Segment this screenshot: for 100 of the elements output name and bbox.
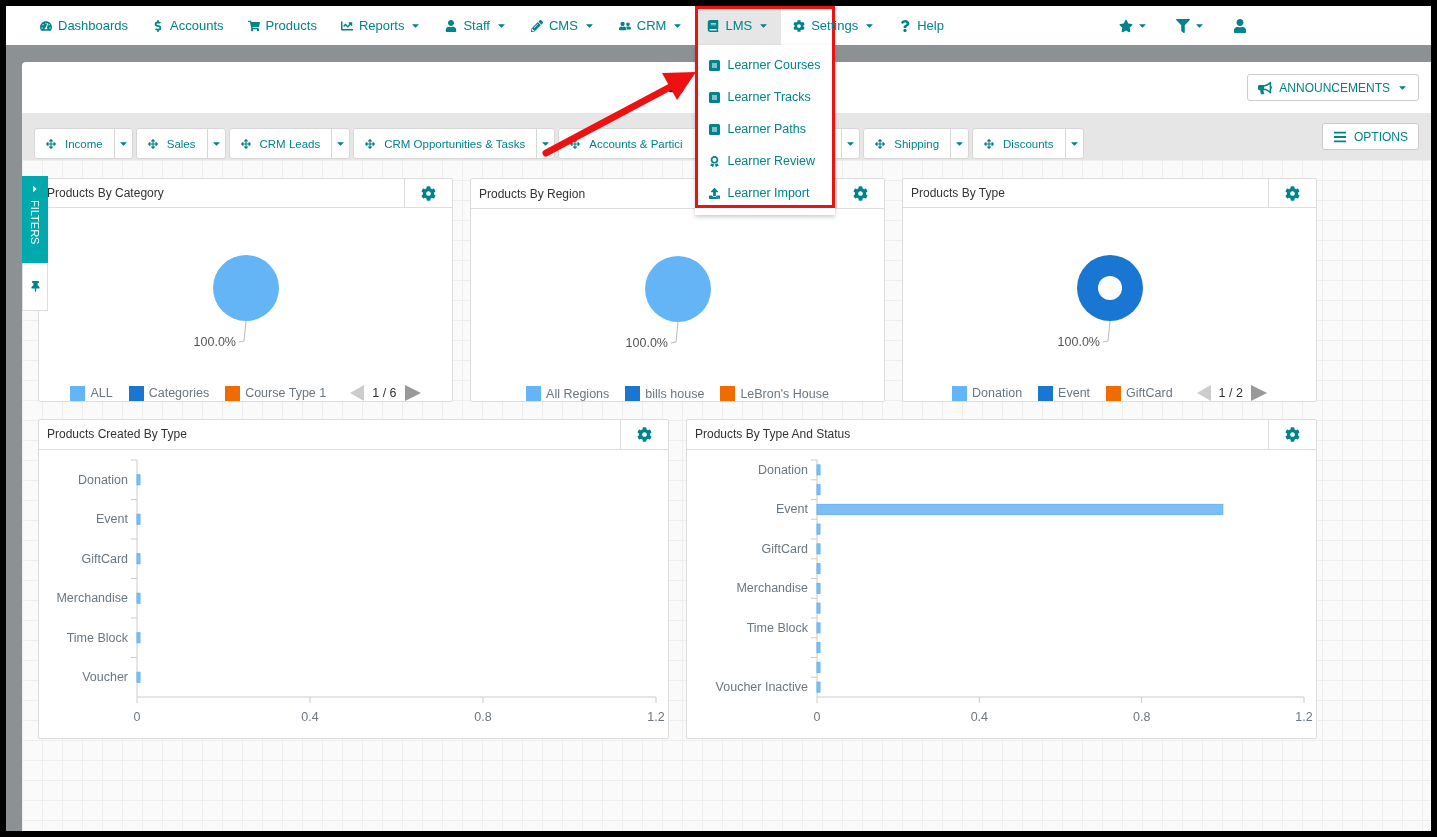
- user-icon: [1233, 18, 1247, 33]
- filter-icon: [1176, 18, 1190, 33]
- move-icon: [984, 138, 995, 149]
- move-icon: [46, 138, 56, 149]
- leader-line: [238, 320, 246, 343]
- bar: [816, 642, 821, 654]
- bar: [816, 681, 821, 693]
- menu-item[interactable]: Learner Review: [695, 145, 836, 177]
- bar: [816, 661, 821, 673]
- pin-icon: [29, 281, 41, 292]
- legend-label: Course Type 1: [245, 386, 327, 400]
- nav-label: Help: [917, 18, 944, 33]
- tick-label: 0: [813, 709, 821, 724]
- leader-line: [1102, 320, 1110, 343]
- category-label: Event: [776, 502, 808, 517]
- pin-button[interactable]: [22, 263, 48, 311]
- nav-menu-item[interactable]: Dashboards: [28, 6, 141, 45]
- nav-label: CMS: [548, 18, 578, 33]
- nav-menu-item[interactable]: CMS: [518, 6, 607, 45]
- nav-menu-item[interactable]: Staff: [433, 6, 519, 45]
- menu-item[interactable]: Learner Import: [695, 177, 836, 209]
- user-icon: [445, 19, 458, 32]
- bar: [136, 513, 141, 525]
- dashboard-tab[interactable]: Discounts: [972, 128, 1084, 159]
- dashboard-tab[interactable]: CRM Leads: [228, 128, 351, 159]
- nav-menu-item[interactable]: Accounts: [140, 6, 236, 45]
- cart-icon: [247, 19, 260, 32]
- bar: [136, 474, 141, 486]
- book-icon: [709, 59, 721, 71]
- nav-menu-item[interactable]: Help: [887, 6, 956, 45]
- nav-label: Products: [265, 18, 317, 33]
- nav-menu-item[interactable]: Products: [235, 6, 329, 45]
- nav-menu-item[interactable]: Reports: [328, 6, 434, 45]
- legend-label: ALL: [90, 386, 113, 400]
- category-label: Donation: [757, 462, 808, 477]
- settings-icon: [421, 185, 436, 201]
- percent-label: 100.0%: [193, 335, 236, 349]
- category-label: GiftCard: [81, 551, 128, 566]
- bar: [136, 592, 141, 604]
- bar: [816, 582, 821, 594]
- menu-item[interactable]: Learner Courses: [695, 49, 836, 81]
- tick-label: 0.4: [970, 709, 989, 724]
- tab-label: Accounts & Partici: [589, 137, 683, 150]
- card-title: Products Created By Type: [46, 427, 187, 442]
- legend-label: bills house: [645, 386, 705, 401]
- help-icon: [899, 19, 912, 32]
- legend-label: Categories: [148, 386, 210, 400]
- nav-label: Dashboards: [58, 18, 129, 33]
- dashboard-tab[interactable]: Income: [34, 128, 133, 159]
- users-icon: [618, 19, 631, 32]
- legend-label: GiftCard: [1126, 386, 1173, 400]
- next-icon[interactable]: [1250, 385, 1267, 401]
- menu-item[interactable]: Learner Tracks: [695, 81, 836, 113]
- legend-label: LeBron's House: [740, 386, 829, 401]
- nav-label: Reports: [358, 18, 405, 33]
- bar: [136, 553, 141, 565]
- tab-label: Shipping: [894, 137, 940, 150]
- percent-label: 100.0%: [1057, 335, 1100, 349]
- dashboard-tab[interactable]: Shipping: [863, 128, 970, 159]
- gauge-icon: [40, 19, 52, 32]
- bar: [816, 602, 821, 614]
- filters-tab[interactable]: FILTERS: [22, 176, 48, 263]
- pager-text: 1 / 2: [1218, 386, 1243, 400]
- book-icon: [709, 91, 721, 103]
- tick-label: 0.8: [474, 709, 492, 724]
- settings-icon: [1285, 426, 1300, 442]
- chart-icon: [340, 19, 353, 32]
- category-label: Event: [96, 512, 128, 527]
- book-icon: [709, 123, 721, 135]
- menu-icon: [1333, 129, 1347, 144]
- award-icon: [709, 155, 721, 167]
- category-label: Donation: [77, 472, 128, 487]
- bar: [136, 671, 141, 683]
- card-title: Products By Region: [478, 186, 586, 201]
- pie-slice: [644, 256, 711, 322]
- announcements-button[interactable]: ANNOUNCEMENTS: [1247, 74, 1419, 101]
- dashboard-tab[interactable]: CRM Opportunities & Tasks: [353, 128, 556, 159]
- move-icon: [147, 138, 158, 149]
- legend-label: Event: [1058, 386, 1091, 400]
- next-icon[interactable]: [404, 385, 421, 401]
- legend-label: All Regions: [546, 386, 610, 401]
- tab-label: Discounts: [1003, 137, 1054, 150]
- nav-label: Staff: [463, 18, 490, 33]
- menu-item[interactable]: Learner Paths: [695, 113, 836, 145]
- megaphone-icon: [1258, 80, 1273, 95]
- nav-menu-item[interactable]: CRM: [606, 6, 696, 45]
- dashboard-tab[interactable]: Sales: [135, 128, 226, 159]
- category-label: Merchandise: [736, 581, 808, 596]
- options-button[interactable]: OPTIONS: [1322, 123, 1419, 150]
- tick-label: 0.8: [1132, 709, 1151, 724]
- settings-icon: [637, 426, 652, 442]
- percent-label: 100.0%: [625, 336, 668, 350]
- category-label: Time Block: [66, 630, 128, 645]
- bar: [136, 632, 141, 644]
- settings-icon: [853, 186, 868, 201]
- tick-label: 1.2: [647, 709, 665, 724]
- nav-label: CRM: [636, 18, 667, 33]
- pie-slice: [212, 255, 279, 321]
- category-label: GiftCard: [761, 541, 808, 556]
- leader-line: [670, 321, 678, 344]
